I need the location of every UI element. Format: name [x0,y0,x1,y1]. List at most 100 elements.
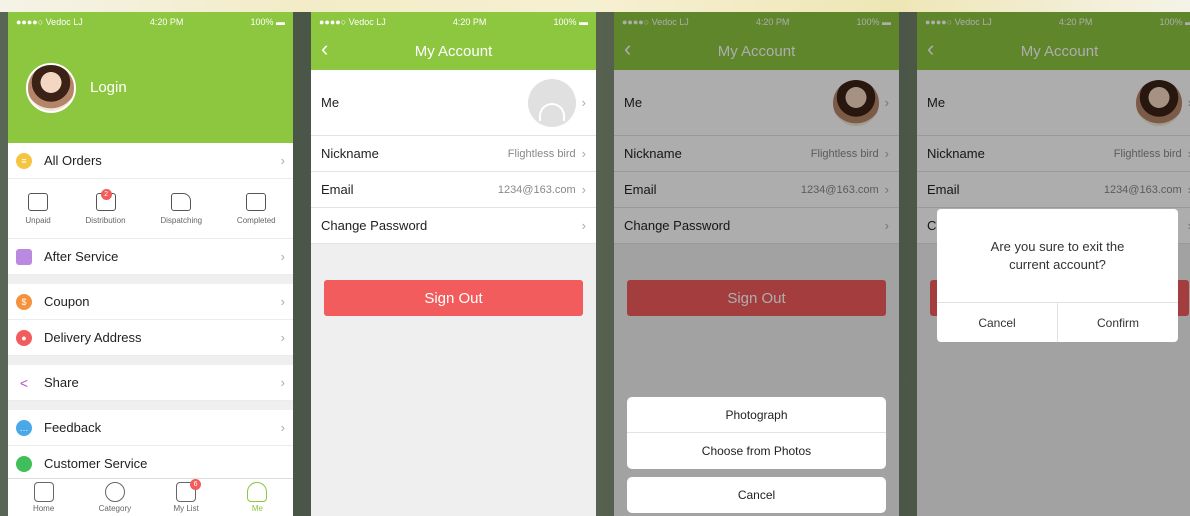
nickname-row[interactable]: Nickname Flightless bird › [311,136,596,172]
dialog-confirm-button[interactable]: Confirm [1057,303,1178,342]
category-icon [104,482,125,502]
share-row[interactable]: < Share › [8,365,293,401]
carrier: ●●●●○ Vedoc LJ [319,17,386,27]
chevron-right-icon: › [581,182,586,197]
nav-bar: ‹ My Account [311,32,596,70]
back-icon[interactable]: ‹ [321,38,328,60]
wallet-icon [28,192,49,211]
status-bar: ●●●●○ Vedoc LJ 4:20 PM 100% ▬ [311,12,596,32]
cancel-button[interactable]: Cancel [627,477,886,513]
truck-icon [171,192,192,211]
delivery-address-row[interactable]: ● Delivery Address › [8,320,293,356]
coupon-label: Coupon [44,294,90,309]
all-orders-label: All Orders [44,153,102,168]
change-password-row[interactable]: Change Password › [311,208,596,244]
photo-picker-screen: ●●●●○ Vedoc LJ 4:20 PM 100% ▬ ‹ My Accou… [614,12,899,516]
exit-confirm-dialog: Are you sure to exit the current account… [937,209,1178,342]
tab-label: My List [173,504,199,513]
after-service-label: After Service [44,249,119,264]
badge: 6 [190,479,202,490]
all-orders-row[interactable]: ≡ All Orders › [8,143,293,179]
headset-icon [16,455,32,472]
check-icon [246,192,267,211]
nickname-label: Nickname [321,146,379,161]
home-icon [33,482,54,502]
avatar[interactable] [26,62,76,113]
exit-confirm-screen: ●●●●○ Vedoc LJ 4:20 PM 100% ▬ ‹ My Accou… [917,12,1190,516]
location-pin-icon: ● [16,329,32,346]
share-icon: < [16,374,32,391]
feedback-row[interactable]: … Feedback › [8,410,293,446]
email-value: 1234@163.com [497,183,576,196]
order-states: Unpaid 2 Distribution Dispatching Comple… [8,179,293,239]
chevron-right-icon: › [280,375,285,390]
chevron-right-icon: › [581,95,586,110]
cancel-sheet: Cancel [627,477,886,513]
orders-icon: ≡ [16,152,32,169]
order-label: Unpaid [25,215,51,225]
tab-me[interactable]: Me [232,482,282,513]
order-distribution[interactable]: 2 Distribution [85,188,126,225]
order-completed[interactable]: Completed [236,192,276,225]
time: 4:20 PM [149,17,184,27]
chevron-right-icon: › [280,420,285,435]
delivery-address-label: Delivery Address [44,330,142,345]
dialog-cancel-button[interactable]: Cancel [937,303,1057,342]
divider [8,356,293,365]
choose-photos-option[interactable]: Choose from Photos [627,433,886,469]
sign-out-button[interactable]: Sign Out [324,280,583,316]
share-label: Share [44,375,79,390]
coupon-row[interactable]: $ Coupon › [8,284,293,320]
email-row[interactable]: Email 1234@163.com › [311,172,596,208]
after-service-row[interactable]: After Service › [8,239,293,275]
chevron-right-icon: › [280,153,285,168]
photo-action-sheet: Photograph Choose from Photos [627,397,886,469]
tab-home[interactable]: Home [19,482,69,513]
person-icon [247,482,268,502]
profile-header[interactable]: Login [8,32,293,143]
battery: 100% ▬ [553,17,588,27]
tab-bar: Home Category 6 My List Me [8,478,293,516]
customer-service-row[interactable]: Customer Service [8,446,293,482]
feedback-label: Feedback [44,420,102,435]
me-row[interactable]: Me › [311,70,596,136]
my-account-screen: ●●●●○ Vedoc LJ 4:20 PM 100% ▬ ‹ My Accou… [311,12,596,516]
time: 4:20 PM [452,17,487,27]
dialog-message: Are you sure to exit the current account… [937,209,1178,303]
feedback-icon: … [16,419,32,436]
avatar-placeholder-icon [527,78,576,127]
chevron-right-icon: › [581,146,586,161]
tab-category[interactable]: Category [90,482,140,513]
order-label: Completed [236,215,276,225]
nickname-value: Flightless bird [507,147,576,160]
change-password-label: Change Password [321,218,428,233]
page-title: My Account [414,42,493,60]
service-icon [16,248,32,265]
chevron-right-icon: › [280,294,285,309]
order-label: Distribution [85,215,126,225]
chevron-right-icon: › [280,330,285,345]
tab-label: Me [251,504,263,513]
carrier: ●●●●○ Vedoc LJ [16,17,83,27]
order-dispatching[interactable]: Dispatching [160,192,203,225]
divider [8,275,293,284]
coupon-icon: $ [16,293,32,310]
badge: 2 [100,188,112,200]
tab-my-list[interactable]: 6 My List [161,479,211,513]
me-screen: ●●●●○ Vedoc LJ 4:20 PM 100% ▬ Login ≡ Al… [8,12,293,516]
tab-label: Home [32,504,55,513]
chevron-right-icon: › [280,249,285,264]
top-band [0,0,1190,12]
tab-label: Category [98,504,132,513]
email-label: Email [321,182,354,197]
me-label: Me [321,95,340,110]
order-unpaid[interactable]: Unpaid [25,192,51,225]
customer-service-label: Customer Service [44,456,148,471]
status-bar: ●●●●○ Vedoc LJ 4:20 PM 100% ▬ [8,12,293,32]
order-label: Dispatching [160,215,203,225]
chevron-right-icon: › [581,218,586,233]
divider [8,401,293,410]
photograph-option[interactable]: Photograph [627,397,886,433]
login-label[interactable]: Login [90,79,127,96]
battery: 100% ▬ [250,17,285,27]
